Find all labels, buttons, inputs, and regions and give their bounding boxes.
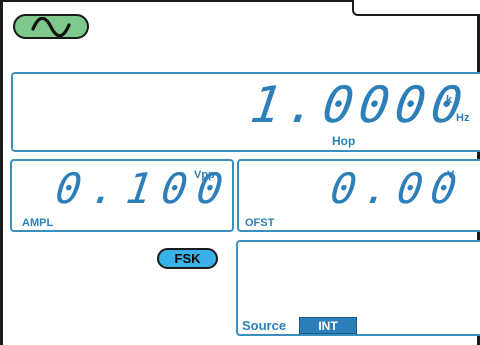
frequency-panel[interactable]: 1.0000 k Hz Hop <box>11 72 480 152</box>
top-right-tab <box>352 0 480 16</box>
frequency-value: 1.0000 <box>246 76 472 134</box>
amplitude-panel[interactable]: 0.100 Vpp AMPL <box>10 159 236 232</box>
offset-panel[interactable]: 0.00 V OFST <box>237 159 480 232</box>
source-panel[interactable]: Source INT <box>236 240 480 336</box>
offset-unit: V <box>447 169 455 181</box>
frequency-label: Hop <box>332 134 356 148</box>
fsk-mode-button[interactable]: FSK <box>157 248 218 269</box>
source-value-button[interactable]: INT <box>299 317 357 334</box>
left-border <box>0 0 3 345</box>
amplitude-label: AMPL <box>22 217 54 229</box>
frequency-unit-prefix: k <box>446 94 453 106</box>
sine-wave-icon <box>31 16 71 37</box>
frequency-unit: Hz <box>456 112 470 124</box>
waveform-button[interactable] <box>13 14 89 39</box>
function-generator-display: 1.0000 k Hz Hop 0.100 Vpp AMPL 0.00 V OF… <box>0 0 480 345</box>
source-label: Source <box>242 318 287 333</box>
amplitude-unit: Vpp <box>194 169 215 181</box>
offset-label: OFST <box>245 217 275 229</box>
